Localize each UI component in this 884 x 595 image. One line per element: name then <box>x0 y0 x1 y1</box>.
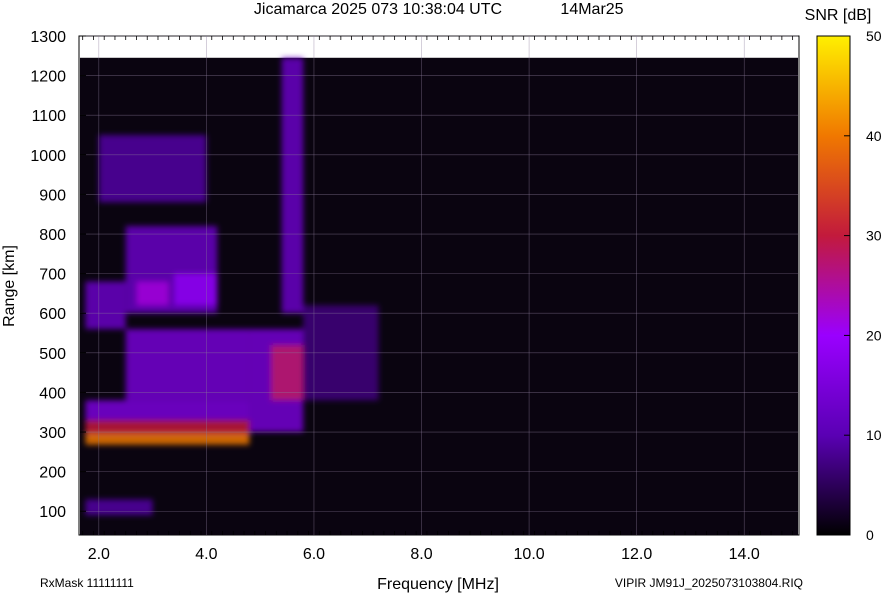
y-tick-label: 700 <box>39 267 66 284</box>
colorbar-tick-label: 10 <box>866 427 882 443</box>
echo-region <box>98 135 207 203</box>
x-tick-label: 10.0 <box>514 546 545 563</box>
echo-region <box>270 344 304 401</box>
footer-left: RxMask 11111111 <box>40 576 134 590</box>
colorbar <box>816 35 851 536</box>
echo-region <box>85 400 250 421</box>
chart-date: 14Mar25 <box>560 1 623 18</box>
echo-region <box>85 499 153 516</box>
y-axis-label: Range [km] <box>1 245 18 327</box>
colorbar-tick-label: 40 <box>866 128 882 144</box>
echo-region <box>136 281 169 306</box>
y-tick-label: 500 <box>39 346 66 363</box>
y-tick-label: 800 <box>39 227 66 244</box>
echo-region <box>125 329 250 401</box>
colorbar-tick-label: 20 <box>866 327 882 343</box>
y-tick-label: 900 <box>39 187 66 204</box>
x-tick-label: 14.0 <box>729 546 760 563</box>
y-tick-label: 400 <box>39 385 66 402</box>
echo-region <box>174 273 218 306</box>
y-tick-label: 600 <box>39 306 66 323</box>
x-axis-label: Frequency [MHz] <box>377 576 499 593</box>
echo-region <box>85 281 126 330</box>
x-tick-label: 6.0 <box>303 546 325 563</box>
colorbar-tick-label: 0 <box>866 527 874 543</box>
colorbar-tick-label: 30 <box>866 228 882 244</box>
x-tick-label: 12.0 <box>621 546 652 563</box>
chart-title: Jicamarca 2025 073 10:38:04 UTC <box>254 1 502 18</box>
y-tick-label: 1100 <box>32 108 67 125</box>
y-tick-label: 1200 <box>30 69 66 86</box>
x-tick-label: 8.0 <box>410 546 432 563</box>
x-tick-label: 4.0 <box>195 546 217 563</box>
y-tick-label: 1300 <box>30 29 66 46</box>
y-tick-label: 300 <box>39 425 66 442</box>
y-axis: 100 200 300 400 500 600 700 800 900 1000 1100 1200 1… <box>30 29 86 521</box>
y-tick-label: 1000 <box>30 148 66 165</box>
echo-region <box>281 57 304 314</box>
y-tick-label: 100 <box>39 504 66 521</box>
y-tick-label: 200 <box>39 465 66 482</box>
colorbar-tick-label: 50 <box>866 28 882 44</box>
ionogram-chart: Jicamarca 2025 073 10:38:04 UTC 14Mar25 … <box>1 1 882 593</box>
x-tick-label: 2.0 <box>88 546 110 563</box>
footer-right: VIPIR JM91J_2025073103804.RIQ <box>615 576 803 590</box>
colorbar-label: SNR [dB] <box>805 7 872 24</box>
